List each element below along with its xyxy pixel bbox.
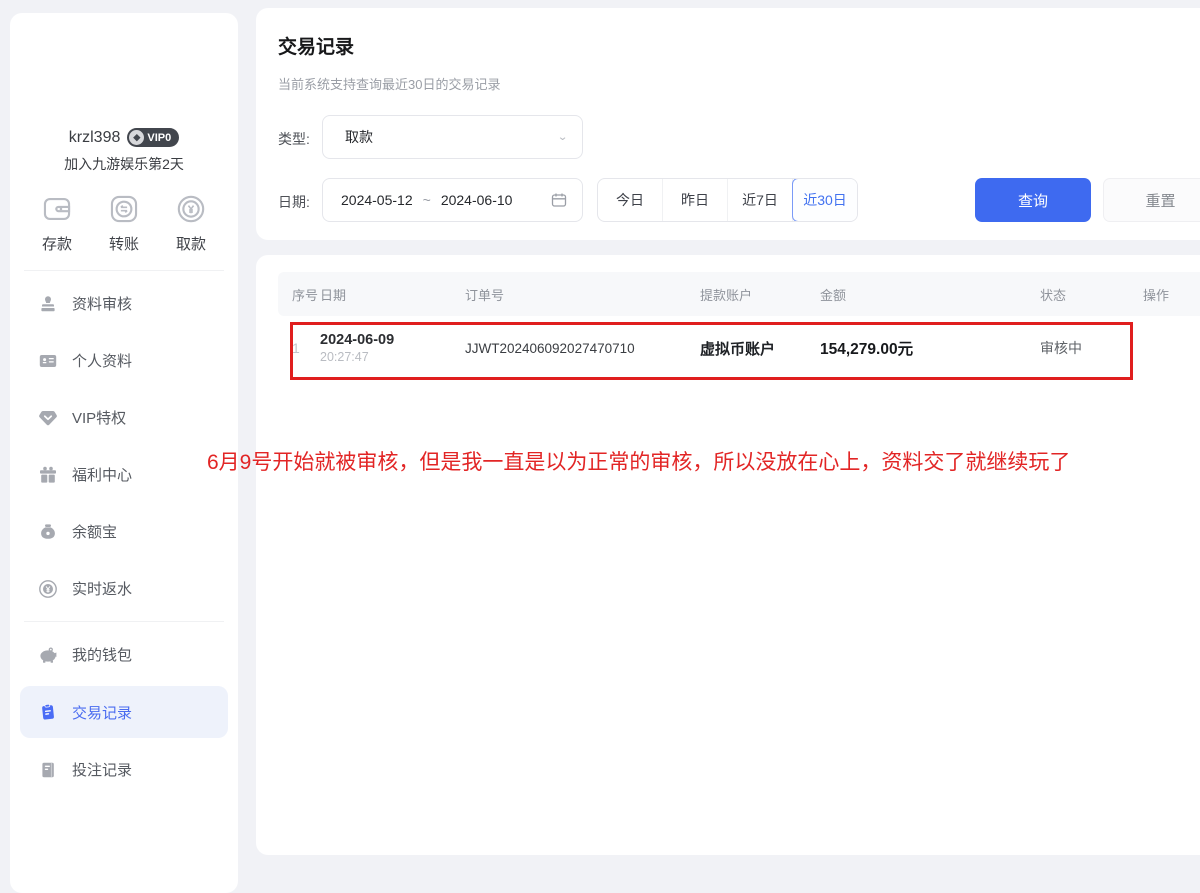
nav-primary: 资料审核 个人资料 VIP特权 xyxy=(10,271,238,621)
join-days-text: 加入九游娱乐第2天 xyxy=(10,154,238,174)
table-header-row: 序号 日期 订单号 提款账户 金额 状态 操作 xyxy=(278,272,1200,316)
sidebar-item-transaction-records[interactable]: 交易记录 xyxy=(20,686,228,738)
sidebar-item-my-wallet[interactable]: 我的钱包 xyxy=(20,626,228,683)
sidebar-item-label: 福利中心 xyxy=(72,464,132,485)
type-select[interactable]: 取款 ⌄ xyxy=(322,115,583,159)
sidebar: krzl398 ◆ VIP0 加入九游娱乐第2天 存款 xyxy=(10,13,238,893)
sidebar-item-label: 交易记录 xyxy=(72,702,132,723)
sidebar-item-label: 资料审核 xyxy=(72,293,132,314)
date-separator: ~ xyxy=(423,192,431,208)
sidebar-item-label: 余额宝 xyxy=(72,521,117,542)
page-subtitle: 当前系统支持查询最近30日的交易记录 xyxy=(278,74,500,93)
sidebar-item-vip-privileges[interactable]: VIP特权 xyxy=(20,389,228,446)
user-row: krzl398 ◆ VIP0 xyxy=(10,128,238,147)
transfer-icon xyxy=(107,192,141,226)
sidebar-item-label: VIP特权 xyxy=(72,407,126,428)
nav-secondary: 我的钱包 交易记录 xyxy=(10,622,238,802)
avatar[interactable] xyxy=(80,28,168,116)
sidebar-item-label: 个人资料 xyxy=(72,350,132,371)
filter-panel: 交易记录 当前系统支持查询最近30日的交易记录 类型: 取款 ⌄ 日期: 202… xyxy=(256,8,1200,240)
reset-button[interactable]: 重置 xyxy=(1103,178,1200,222)
sidebar-item-personal-info[interactable]: 个人资料 xyxy=(20,332,228,389)
sidebar-item-benefits-center[interactable]: 福利中心 xyxy=(20,446,228,503)
cell-account: 虚拟币账户 xyxy=(700,338,820,359)
money-pouch-icon xyxy=(38,522,58,542)
records-table: 序号 日期 订单号 提款账户 金额 状态 操作 1 2024-06-09 20:… xyxy=(278,272,1200,380)
calendar-icon xyxy=(550,191,568,209)
page-title: 交易记录 xyxy=(278,32,354,59)
clipboard-icon xyxy=(38,702,58,722)
cell-date: 2024-06-09 20:27:47 xyxy=(320,332,465,364)
deposit-button[interactable]: 存款 xyxy=(40,192,74,254)
type-select-value: 取款 xyxy=(345,127,373,147)
cell-amount: 154,279.00元 xyxy=(820,337,1040,359)
sidebar-item-betting-records[interactable]: 投注记录 xyxy=(20,741,228,798)
table-row[interactable]: 1 2024-06-09 20:27:47 JJWT20240609202747… xyxy=(278,316,1200,380)
chevron-down-icon: ⌄ xyxy=(557,131,568,144)
records-panel: 序号 日期 订单号 提款账户 金额 状态 操作 1 2024-06-09 20:… xyxy=(256,255,1200,855)
range-yesterday-button[interactable]: 昨日 xyxy=(663,179,728,221)
username: krzl398 xyxy=(69,129,121,147)
cell-status: 审核中 xyxy=(1040,338,1143,358)
col-header-action: 操作 xyxy=(1143,285,1200,304)
cell-seq: 1 xyxy=(278,340,320,356)
type-filter-label: 类型: xyxy=(278,129,310,149)
col-header-order-no: 订单号 xyxy=(465,285,700,304)
sidebar-item-label: 实时返水 xyxy=(72,578,132,599)
range-7days-button[interactable]: 近7日 xyxy=(728,179,793,221)
search-button[interactable]: 查询 xyxy=(975,178,1091,222)
date-end-value: 2024-06-10 xyxy=(441,192,513,208)
date-range-input[interactable]: 2024-05-12 ~ 2024-06-10 xyxy=(322,178,583,222)
cell-time-value: 20:27:47 xyxy=(320,350,465,364)
quick-actions: 存款 转账 取款 xyxy=(10,192,238,254)
rebate-icon xyxy=(38,579,58,599)
vip-badge-label: VIP0 xyxy=(147,132,171,144)
date-start-value: 2024-05-12 xyxy=(341,192,413,208)
cell-date-value: 2024-06-09 xyxy=(320,332,465,348)
cell-order-no: JJWT202406092027470710 xyxy=(465,341,700,356)
withdraw-button[interactable]: 取款 xyxy=(174,192,208,254)
sidebar-item-profile-review[interactable]: 资料审核 xyxy=(20,275,228,332)
transfer-label: 转账 xyxy=(109,233,139,254)
sidebar-item-yuebao[interactable]: 余额宝 xyxy=(20,503,228,560)
col-header-account: 提款账户 xyxy=(700,285,820,304)
wallet-icon xyxy=(40,192,74,226)
date-filter-label: 日期: xyxy=(278,192,310,212)
piggy-bank-icon xyxy=(38,645,58,665)
id-card-icon xyxy=(38,351,58,371)
vip-gem-icon: ◆ xyxy=(129,130,144,145)
diamond-icon xyxy=(38,408,58,428)
col-header-status: 状态 xyxy=(1040,285,1143,304)
sidebar-item-realtime-rebate[interactable]: 实时返水 xyxy=(20,560,228,617)
journal-icon xyxy=(38,760,58,780)
vip-badge[interactable]: ◆ VIP0 xyxy=(127,128,179,147)
col-header-amount: 金额 xyxy=(820,285,1040,304)
col-header-date: 日期 xyxy=(320,285,465,304)
transfer-button[interactable]: 转账 xyxy=(107,192,141,254)
withdraw-icon xyxy=(174,192,208,226)
deposit-label: 存款 xyxy=(42,233,72,254)
quick-range-group: 今日 昨日 近7日 近30日 xyxy=(597,178,858,222)
red-annotation-text: 6月9号开始就被审核，但是我一直是以为正常的审核，所以没放在心上，资料交了就继续… xyxy=(207,446,1070,476)
range-today-button[interactable]: 今日 xyxy=(598,179,663,221)
sidebar-item-label: 投注记录 xyxy=(72,759,132,780)
col-header-seq: 序号 xyxy=(278,285,320,304)
withdraw-label: 取款 xyxy=(176,233,206,254)
gift-icon xyxy=(38,465,58,485)
stamp-icon xyxy=(38,294,58,314)
range-30days-button[interactable]: 近30日 xyxy=(792,178,858,222)
sidebar-item-label: 我的钱包 xyxy=(72,644,132,665)
